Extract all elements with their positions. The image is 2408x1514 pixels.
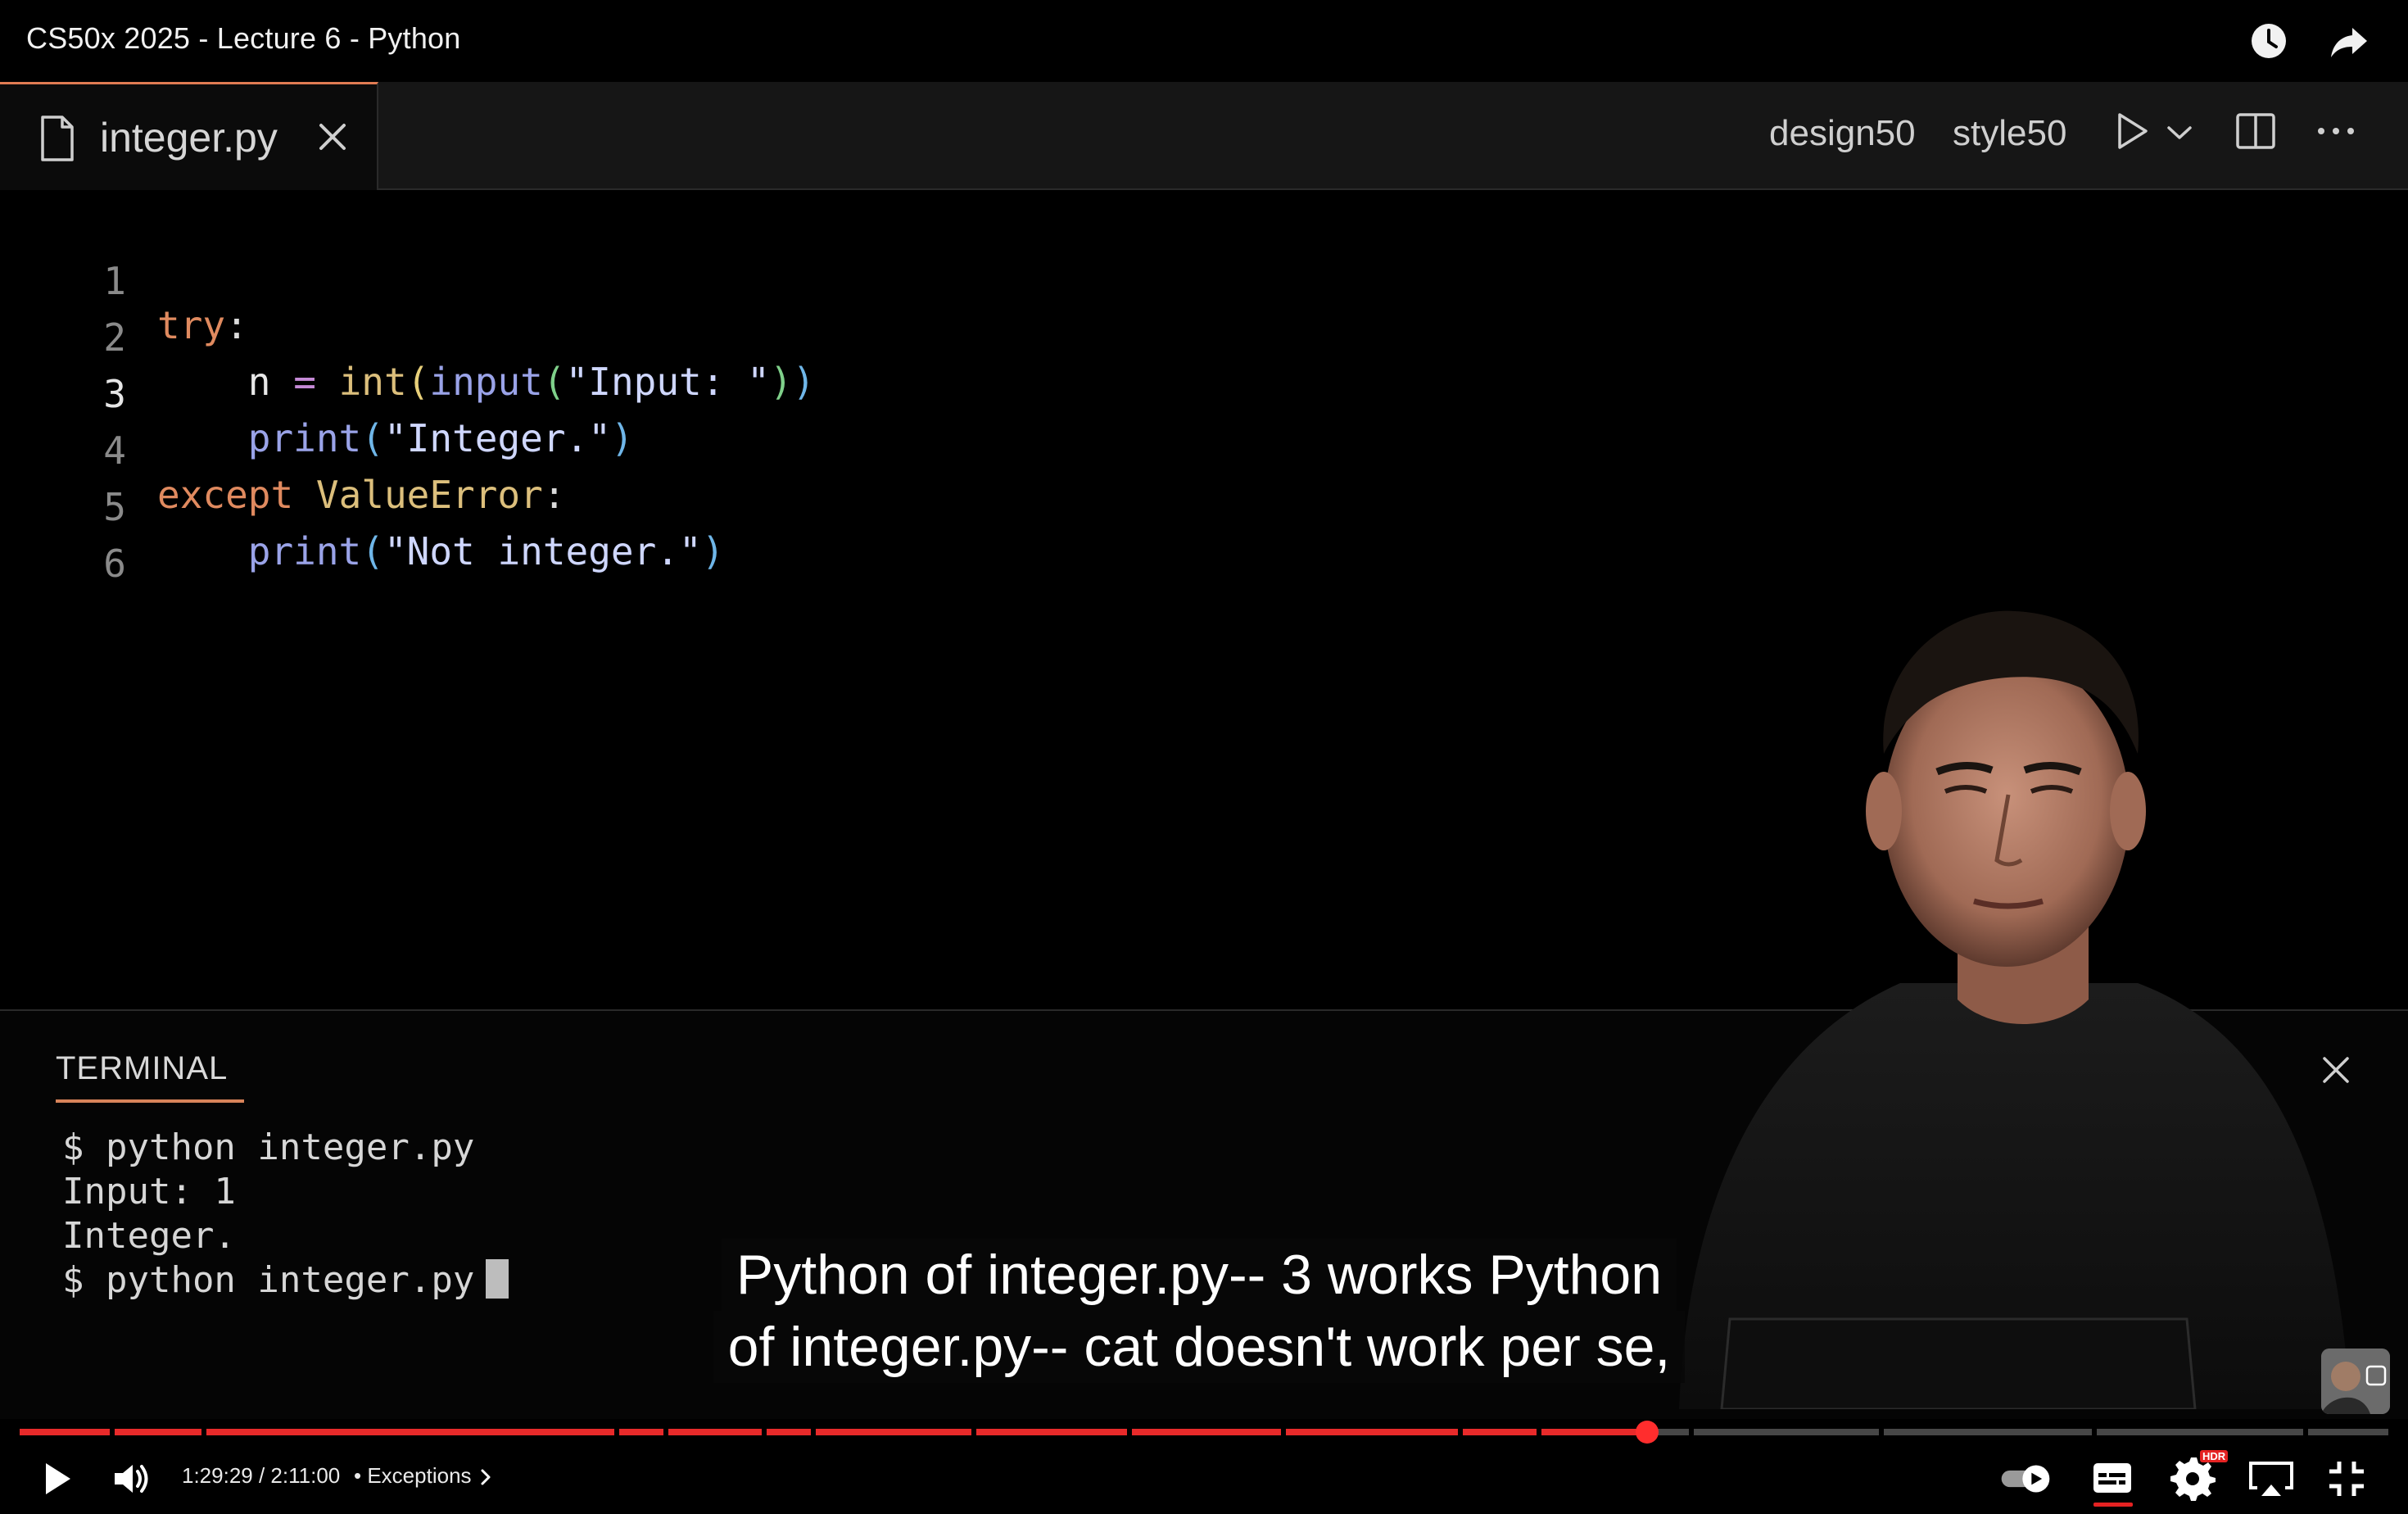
captions-icon[interactable]: [2085, 1452, 2139, 1506]
run-icon[interactable]: [2107, 107, 2156, 156]
chapter-marker: [1127, 1429, 1132, 1435]
hdr-badge: HDR: [2200, 1450, 2229, 1462]
code-token: "Integer.": [383, 416, 611, 460]
code-token: ValueError: [315, 473, 543, 517]
chapter-marker: [1281, 1429, 1286, 1435]
code-line: 2 n = int(input("Input: ")): [0, 271, 815, 404]
chapter-marker: [1689, 1429, 1694, 1435]
chapter-marker: [1879, 1429, 1884, 1435]
code-line: 3 print("Integer."): [0, 328, 633, 460]
chapter-marker: [762, 1429, 767, 1435]
terminal-output[interactable]: $ python integer.py Input: 1 Integer. $ pyt…: [62, 1126, 509, 1303]
code-token: "Not integer.": [383, 529, 702, 573]
code-token: input: [429, 360, 543, 404]
tab-label: integer.py: [100, 115, 278, 161]
code-token: int: [338, 360, 407, 404]
code-token: try: [157, 303, 226, 347]
style50-button[interactable]: style50: [1953, 113, 2066, 154]
file-icon: [38, 114, 77, 163]
chapter-marker: [1537, 1429, 1541, 1435]
code-token: print: [247, 416, 362, 460]
split-editor-icon[interactable]: [2231, 107, 2280, 156]
terminal-cursor: [486, 1259, 509, 1299]
time-display: 1:29:29 / 2:11:00: [182, 1463, 340, 1489]
watch-later-icon[interactable]: [2244, 16, 2293, 66]
chapter-marker: [663, 1429, 668, 1435]
caption-line: Python of integer.py-- 3 works Python: [721, 1239, 1677, 1311]
time-separator: /: [252, 1463, 271, 1488]
chevron-right-icon: [478, 1463, 494, 1488]
chapter-button[interactable]: • Exceptions: [354, 1463, 494, 1489]
presenter-video: [1630, 590, 2408, 1411]
airplay-icon[interactable]: [2244, 1452, 2298, 1506]
chapter-marker: [614, 1429, 619, 1435]
chapter-marker: [201, 1429, 206, 1435]
player-controls: 1:29:29 / 2:11:00 • Exceptions HDR: [0, 1444, 2408, 1514]
video-title[interactable]: CS50x 2025 - Lecture 6 - Python: [26, 21, 461, 56]
share-icon[interactable]: [2324, 16, 2374, 66]
current-time: 1:29:29: [182, 1463, 253, 1488]
autoplay-toggle-icon[interactable]: [1998, 1452, 2057, 1506]
captions-overlay: Python of integer.py-- 3 works Python of…: [683, 1239, 1715, 1383]
terminal-tab-indicator: [56, 1099, 244, 1103]
close-tab-icon[interactable]: [315, 119, 351, 155]
chapter-bullet: •: [354, 1463, 362, 1488]
chapter-marker: [110, 1429, 115, 1435]
chapter-marker: [2303, 1429, 2308, 1435]
video-progress-bar[interactable]: [20, 1421, 2388, 1444]
terminal-line: $ python integer.py: [62, 1259, 475, 1301]
more-actions-icon[interactable]: [2311, 107, 2360, 156]
progress-played: [20, 1429, 1647, 1435]
exit-fullscreen-icon[interactable]: [2320, 1452, 2374, 1506]
play-icon[interactable]: [29, 1452, 84, 1506]
progress-scrubber[interactable]: [1636, 1421, 1659, 1444]
code-line: 4 except ValueError:: [0, 384, 565, 517]
terminal-line: Integer.: [62, 1215, 236, 1257]
design50-button[interactable]: design50: [1769, 113, 1916, 154]
code-token: "Input: ": [565, 360, 770, 404]
chapter-marker: [971, 1429, 976, 1435]
editor-tab-bar: integer.py design50 style50: [0, 82, 2408, 190]
terminal-line: $ python integer.py: [62, 1126, 475, 1168]
code-token: print: [247, 529, 362, 573]
run-menu-chevron-icon[interactable]: [2159, 107, 2200, 156]
code-line: 5 print("Not integer."): [0, 441, 724, 573]
code-line: 1 try:: [0, 215, 248, 347]
terminal-line: Input: 1: [62, 1171, 236, 1213]
terminal-tab[interactable]: TERMINAL: [56, 1050, 228, 1087]
code-token: :: [225, 303, 248, 347]
presenter-thumbnail[interactable]: [2321, 1349, 2390, 1414]
code-line: 6: [0, 497, 126, 586]
line-number: 6: [103, 542, 126, 586]
editor-tab-integer-py[interactable]: integer.py: [0, 82, 378, 190]
chapter-title: Exceptions: [367, 1463, 472, 1488]
chapter-marker: [811, 1429, 816, 1435]
video-top-bar: CS50x 2025 - Lecture 6 - Python: [0, 0, 2408, 82]
chapter-marker: [1458, 1429, 1463, 1435]
caption-line: of integer.py-- cat doesn't work per se,: [713, 1311, 1686, 1383]
code-token: except: [157, 473, 294, 517]
chapter-marker: [2092, 1429, 2097, 1435]
captions-active-indicator: [2093, 1503, 2133, 1507]
code-token: n: [247, 360, 271, 404]
duration: 2:11:00: [270, 1463, 341, 1488]
volume-icon[interactable]: [105, 1452, 159, 1506]
code-token: :: [542, 473, 566, 517]
code-token: =: [293, 360, 316, 404]
